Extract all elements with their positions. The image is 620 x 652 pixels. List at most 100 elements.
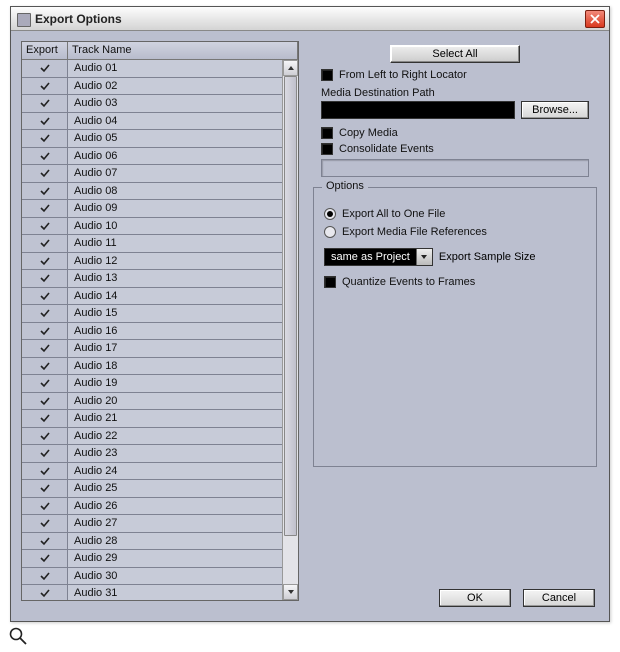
scrollbar-thumb[interactable] xyxy=(284,76,297,536)
export-check-cell[interactable] xyxy=(22,218,68,235)
track-name-cell[interactable]: Audio 30 xyxy=(68,568,282,585)
export-check-cell[interactable] xyxy=(22,183,68,200)
track-name-cell[interactable]: Audio 27 xyxy=(68,515,282,532)
table-row[interactable]: Audio 10 xyxy=(22,218,282,236)
table-row[interactable]: Audio 18 xyxy=(22,358,282,376)
track-name-cell[interactable]: Audio 15 xyxy=(68,305,282,322)
column-header-track-name[interactable]: Track Name xyxy=(68,42,298,59)
export-all-radio-row[interactable]: Export All to One File xyxy=(324,208,586,220)
track-name-cell[interactable]: Audio 25 xyxy=(68,480,282,497)
export-check-cell[interactable] xyxy=(22,568,68,585)
quantize-events-checkbox[interactable] xyxy=(324,276,336,288)
track-name-cell[interactable]: Audio 02 xyxy=(68,78,282,95)
browse-button[interactable]: Browse... xyxy=(521,101,589,119)
export-check-cell[interactable] xyxy=(22,463,68,480)
track-name-cell[interactable]: Audio 09 xyxy=(68,200,282,217)
table-row[interactable]: Audio 27 xyxy=(22,515,282,533)
export-check-cell[interactable] xyxy=(22,550,68,567)
table-row[interactable]: Audio 21 xyxy=(22,410,282,428)
left-right-locator-checkbox[interactable] xyxy=(321,69,333,81)
export-all-radio[interactable] xyxy=(324,208,336,220)
track-name-cell[interactable]: Audio 08 xyxy=(68,183,282,200)
export-check-cell[interactable] xyxy=(22,533,68,550)
table-row[interactable]: Audio 29 xyxy=(22,550,282,568)
table-row[interactable]: Audio 02 xyxy=(22,78,282,96)
consolidate-events-checkbox[interactable] xyxy=(321,143,333,155)
column-header-export[interactable]: Export xyxy=(22,42,68,59)
ok-button[interactable]: OK xyxy=(439,589,511,607)
track-name-cell[interactable]: Audio 29 xyxy=(68,550,282,567)
export-check-cell[interactable] xyxy=(22,253,68,270)
table-row[interactable]: Audio 12 xyxy=(22,253,282,271)
table-row[interactable]: Audio 28 xyxy=(22,533,282,551)
export-check-cell[interactable] xyxy=(22,288,68,305)
table-row[interactable]: Audio 07 xyxy=(22,165,282,183)
track-name-cell[interactable]: Audio 01 xyxy=(68,60,282,77)
export-check-cell[interactable] xyxy=(22,515,68,532)
scroll-up-button[interactable] xyxy=(283,60,298,76)
export-check-cell[interactable] xyxy=(22,130,68,147)
export-check-cell[interactable] xyxy=(22,165,68,182)
table-row[interactable]: Audio 05 xyxy=(22,130,282,148)
track-name-cell[interactable]: Audio 31 xyxy=(68,585,282,600)
copy-media-row[interactable]: Copy Media xyxy=(321,127,599,139)
track-name-cell[interactable]: Audio 03 xyxy=(68,95,282,112)
table-row[interactable]: Audio 11 xyxy=(22,235,282,253)
export-check-cell[interactable] xyxy=(22,95,68,112)
export-check-cell[interactable] xyxy=(22,428,68,445)
table-row[interactable]: Audio 31 xyxy=(22,585,282,600)
track-name-cell[interactable]: Audio 11 xyxy=(68,235,282,252)
scroll-down-button[interactable] xyxy=(283,584,298,600)
track-name-cell[interactable]: Audio 26 xyxy=(68,498,282,515)
track-name-cell[interactable]: Audio 04 xyxy=(68,113,282,130)
export-refs-radio[interactable] xyxy=(324,226,336,238)
table-row[interactable]: Audio 16 xyxy=(22,323,282,341)
consolidate-row[interactable]: Consolidate Events xyxy=(321,143,599,155)
table-row[interactable]: Audio 15 xyxy=(22,305,282,323)
export-check-cell[interactable] xyxy=(22,445,68,462)
track-name-cell[interactable]: Audio 05 xyxy=(68,130,282,147)
track-name-cell[interactable]: Audio 22 xyxy=(68,428,282,445)
magnify-icon[interactable] xyxy=(8,626,28,646)
table-row[interactable]: Audio 20 xyxy=(22,393,282,411)
track-name-cell[interactable]: Audio 18 xyxy=(68,358,282,375)
table-row[interactable]: Audio 30 xyxy=(22,568,282,586)
track-name-cell[interactable]: Audio 24 xyxy=(68,463,282,480)
export-check-cell[interactable] xyxy=(22,358,68,375)
quantize-row[interactable]: Quantize Events to Frames xyxy=(324,276,586,288)
table-row[interactable]: Audio 01 xyxy=(22,60,282,78)
track-name-cell[interactable]: Audio 19 xyxy=(68,375,282,392)
table-row[interactable]: Audio 22 xyxy=(22,428,282,446)
vertical-scrollbar[interactable] xyxy=(282,60,298,600)
export-check-cell[interactable] xyxy=(22,235,68,252)
track-name-cell[interactable]: Audio 10 xyxy=(68,218,282,235)
track-name-cell[interactable]: Audio 12 xyxy=(68,253,282,270)
table-row[interactable]: Audio 19 xyxy=(22,375,282,393)
export-check-cell[interactable] xyxy=(22,480,68,497)
close-button[interactable] xyxy=(585,10,605,28)
track-name-cell[interactable]: Audio 23 xyxy=(68,445,282,462)
export-check-cell[interactable] xyxy=(22,410,68,427)
export-refs-radio-row[interactable]: Export Media File References xyxy=(324,226,586,238)
track-name-cell[interactable]: Audio 21 xyxy=(68,410,282,427)
track-name-cell[interactable]: Audio 07 xyxy=(68,165,282,182)
table-row[interactable]: Audio 06 xyxy=(22,148,282,166)
table-row[interactable]: Audio 08 xyxy=(22,183,282,201)
export-check-cell[interactable] xyxy=(22,585,68,600)
export-check-cell[interactable] xyxy=(22,393,68,410)
table-row[interactable]: Audio 26 xyxy=(22,498,282,516)
table-row[interactable]: Audio 17 xyxy=(22,340,282,358)
cancel-button[interactable]: Cancel xyxy=(523,589,595,607)
select-all-button[interactable]: Select All xyxy=(390,45,520,63)
export-check-cell[interactable] xyxy=(22,113,68,130)
track-name-cell[interactable]: Audio 14 xyxy=(68,288,282,305)
export-check-cell[interactable] xyxy=(22,60,68,77)
export-check-cell[interactable] xyxy=(22,270,68,287)
table-row[interactable]: Audio 24 xyxy=(22,463,282,481)
export-check-cell[interactable] xyxy=(22,305,68,322)
table-row[interactable]: Audio 09 xyxy=(22,200,282,218)
table-row[interactable]: Audio 04 xyxy=(22,113,282,131)
export-check-cell[interactable] xyxy=(22,498,68,515)
table-row[interactable]: Audio 25 xyxy=(22,480,282,498)
track-name-cell[interactable]: Audio 13 xyxy=(68,270,282,287)
